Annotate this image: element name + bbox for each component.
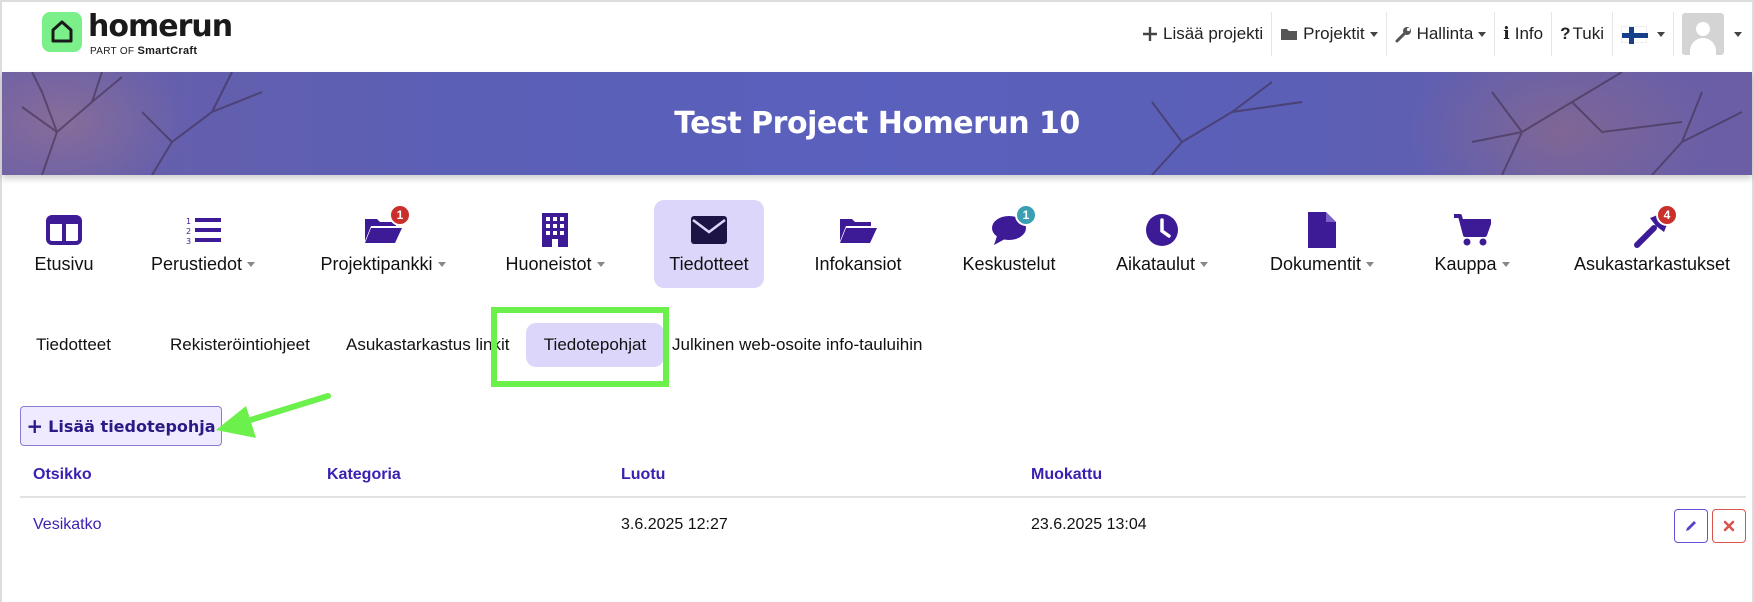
- module-kauppa[interactable]: Kauppa: [1430, 200, 1514, 288]
- module-huoneistot[interactable]: Huoneistot: [498, 200, 612, 288]
- info-link[interactable]: i Info: [1495, 12, 1553, 56]
- row-actions: [1670, 509, 1746, 543]
- module-perustiedot[interactable]: 123 Perustiedot: [144, 200, 262, 288]
- brand-subtitle: PART OF SmartCraft: [90, 45, 198, 57]
- templates-table: Otsikko Kategoria Luotu Muokattu Vesikat…: [20, 454, 1746, 554]
- notification-badge: 1: [1015, 204, 1037, 226]
- numbered-list-icon: 123: [185, 212, 221, 248]
- column-header-modified[interactable]: Muokattu: [1031, 466, 1102, 484]
- envelope-icon: [691, 212, 727, 248]
- project-banner: Test Project Homerun 10: [2, 72, 1752, 175]
- folder-icon: [1280, 27, 1298, 41]
- chevron-down-icon: [1478, 31, 1487, 37]
- admin-dropdown[interactable]: Hallinta: [1387, 12, 1496, 56]
- table-row: Vesikatko 3.6.2025 12:27 23.6.2025 13:04: [20, 498, 1746, 554]
- file-icon: [1308, 212, 1336, 248]
- subtab-rekisterointiohjeet[interactable]: Rekisteröintiohjeet: [158, 323, 334, 367]
- chevron-down-icon: [1734, 31, 1742, 37]
- question-icon: ?: [1560, 24, 1571, 43]
- green-arrow-annotation: [216, 393, 331, 438]
- brand-name: homerun: [88, 9, 233, 44]
- chevron-down-icon: [1369, 31, 1378, 37]
- module-keskustelut[interactable]: 1 Keskustelut: [956, 200, 1062, 288]
- column-header-category[interactable]: Kategoria: [327, 466, 401, 484]
- template-title-link[interactable]: Vesikatko: [33, 516, 101, 534]
- chevron-down-icon: [247, 262, 256, 267]
- module-nav: Etusivu 123 Perustiedot 1 Projektipankki…: [2, 200, 1752, 292]
- module-dokumentit[interactable]: Dokumentit: [1266, 200, 1378, 288]
- top-menu: Lisää projekti Projektit Hallinta i Info…: [1134, 12, 1752, 56]
- template-created: 3.6.2025 12:27: [621, 516, 728, 533]
- avatar: [1682, 13, 1724, 55]
- module-infokansiot[interactable]: Infokansiot: [808, 200, 908, 288]
- delete-button[interactable]: [1712, 509, 1746, 543]
- folder-open-icon: 1: [363, 204, 411, 248]
- svg-text:1: 1: [186, 217, 191, 226]
- pencil-icon: [1686, 521, 1696, 531]
- module-tiedotteet[interactable]: Tiedotteet: [654, 200, 764, 288]
- notification-badge: 4: [1656, 204, 1678, 226]
- chevron-down-icon: [437, 262, 446, 267]
- project-title: Test Project Homerun 10: [674, 106, 1080, 141]
- chevron-down-icon: [1501, 262, 1510, 267]
- add-template-button[interactable]: + Lisää tiedotepohja: [20, 406, 222, 446]
- app-window: homerun PART OF SmartCraft Lisää projekt…: [0, 0, 1754, 602]
- template-modified: 23.6.2025 13:04: [1031, 516, 1147, 533]
- hammer-icon: 4: [1634, 204, 1678, 248]
- support-link[interactable]: ? Tuki: [1552, 12, 1613, 56]
- add-project-link[interactable]: Lisää projekti: [1134, 12, 1273, 56]
- cart-icon: [1453, 212, 1491, 248]
- chevron-down-icon: [1366, 262, 1375, 267]
- module-etusivu[interactable]: Etusivu: [24, 200, 104, 288]
- building-icon: [541, 212, 569, 248]
- plus-icon: [1142, 26, 1158, 42]
- close-icon: [1723, 520, 1735, 532]
- chevron-down-icon: [596, 262, 605, 267]
- finland-flag-icon: [1621, 25, 1648, 44]
- folder-open-icon: [838, 212, 878, 248]
- module-aikataulut[interactable]: Aikataulut: [1108, 200, 1216, 288]
- subtab-tiedotteet[interactable]: Tiedotteet: [24, 323, 158, 367]
- highlight-frame: [491, 307, 669, 387]
- chevron-down-icon: [1200, 262, 1209, 267]
- column-header-created[interactable]: Luotu: [621, 466, 665, 484]
- chat-icon: 1: [991, 204, 1037, 248]
- plus-icon: +: [26, 414, 44, 438]
- chevron-down-icon: [1657, 31, 1665, 37]
- columns-icon: [46, 212, 82, 248]
- subtab-bar: Tiedotteet Rekisteröintiohjeet Asukastar…: [24, 320, 934, 370]
- column-header-title[interactable]: Otsikko: [33, 466, 92, 484]
- wrench-icon: [1395, 26, 1412, 43]
- svg-text:2: 2: [186, 227, 191, 236]
- homerun-logo[interactable]: homerun PART OF SmartCraft: [42, 9, 233, 57]
- svg-text:3: 3: [186, 237, 191, 245]
- user-menu[interactable]: [1674, 12, 1752, 56]
- house-logo-icon: [42, 12, 82, 52]
- clock-icon: [1145, 212, 1179, 248]
- language-dropdown[interactable]: [1613, 12, 1674, 56]
- subtab-julkinen-web-osoite[interactable]: Julkinen web-osoite info-tauluihin: [672, 323, 934, 367]
- module-projektipankki[interactable]: 1 Projektipankki: [309, 200, 457, 288]
- info-icon: i: [1503, 24, 1510, 44]
- table-header: Otsikko Kategoria Luotu Muokattu: [20, 454, 1746, 498]
- notification-badge: 1: [389, 204, 411, 226]
- projects-dropdown[interactable]: Projektit: [1272, 12, 1387, 56]
- top-navbar: homerun PART OF SmartCraft Lisää projekt…: [2, 2, 1752, 72]
- module-asukastarkastukset[interactable]: 4 Asukastarkastukset: [1564, 200, 1740, 288]
- edit-button[interactable]: [1674, 509, 1708, 543]
